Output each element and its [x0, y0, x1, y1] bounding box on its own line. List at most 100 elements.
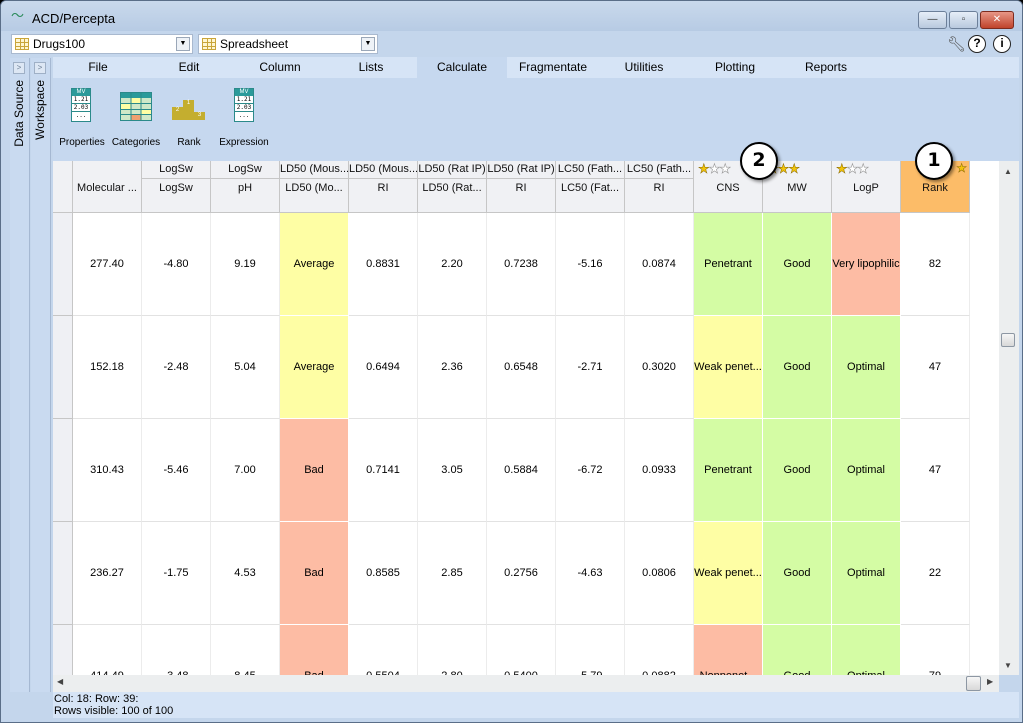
wrench-icon[interactable]: 🔧︎ [947, 35, 966, 53]
column-group-header[interactable]: LD50 (Mous... [349, 161, 418, 179]
scroll-left-icon[interactable]: ◀ [57, 677, 63, 686]
table-cell[interactable]: 4.53 [211, 522, 280, 625]
table-cell[interactable]: 2.85 [418, 522, 487, 625]
menu-calculate[interactable]: Calculate [417, 57, 507, 78]
vertical-scrollbar[interactable]: ▲ ▼ [999, 161, 1019, 675]
expand-icon[interactable]: > [13, 62, 25, 74]
column-header[interactable]: RI [349, 179, 418, 213]
table-cell[interactable]: Average [280, 213, 349, 316]
table-cell[interactable]: Good [763, 316, 832, 419]
column-group-header[interactable]: LD50 (Mous... [280, 161, 349, 179]
column-group-header[interactable]: LC50 (Fath... [625, 161, 694, 179]
horizontal-scroll-thumb[interactable] [966, 676, 981, 691]
scroll-right-icon[interactable]: ▶ [987, 677, 993, 686]
importance-stars-icon[interactable]: ★★★ [836, 161, 869, 176]
row-header[interactable] [53, 316, 73, 419]
table-cell[interactable]: 0.5884 [487, 419, 556, 522]
table-cell[interactable]: -4.63 [556, 522, 625, 625]
table-cell[interactable]: Penetrant [694, 213, 763, 316]
table-cell[interactable]: -5.16 [556, 213, 625, 316]
minimize-button[interactable]: — [918, 11, 947, 29]
table-cell[interactable]: -2.48 [142, 316, 211, 419]
row-header[interactable] [53, 625, 73, 675]
table-cell[interactable]: 0.8831 [349, 213, 418, 316]
table-cell[interactable]: -5.79 [556, 625, 625, 675]
rank-button[interactable]: 2 1 3 Rank [169, 86, 209, 150]
table-cell[interactable]: 47 [901, 419, 970, 522]
table-cell[interactable]: Nonpenet... [694, 625, 763, 675]
row-header[interactable] [53, 213, 73, 316]
table-cell[interactable]: 0.0933 [625, 419, 694, 522]
menu-file[interactable]: File [53, 57, 143, 78]
row-header[interactable] [53, 419, 73, 522]
column-group-header[interactable]: LC50 (Fath... [556, 161, 625, 179]
table-cell[interactable]: 0.6494 [349, 316, 418, 419]
chevron-down-icon[interactable]: ▼ [361, 37, 375, 51]
table-cell[interactable]: Penetrant [694, 419, 763, 522]
menu-utilities[interactable]: Utilities [599, 57, 689, 78]
table-cell[interactable]: 5.04 [211, 316, 280, 419]
column-group-header[interactable]: LogSw [211, 161, 280, 179]
table-cell[interactable]: Bad [280, 625, 349, 675]
table-cell[interactable]: -3.48 [142, 625, 211, 675]
column-header[interactable]: RI [625, 179, 694, 213]
vertical-scroll-thumb[interactable] [1001, 333, 1015, 347]
table-cell[interactable]: 0.3020 [625, 316, 694, 419]
menu-plotting[interactable]: Plotting [689, 57, 781, 78]
table-cell[interactable]: Optimal [832, 419, 901, 522]
table-cell[interactable]: 0.0882 [625, 625, 694, 675]
table-cell[interactable]: 79 [901, 625, 970, 675]
table-cell[interactable]: Good [763, 419, 832, 522]
workspace-panel-tab[interactable]: > Workspace [31, 58, 51, 692]
table-cell[interactable]: Weak penet... [694, 316, 763, 419]
table-cell[interactable]: -6.72 [556, 419, 625, 522]
table-cell[interactable]: Good [763, 213, 832, 316]
table-cell[interactable]: 47 [901, 316, 970, 419]
maximize-button[interactable]: ▫ [949, 11, 978, 29]
data-source-panel-tab[interactable]: > Data Source [10, 58, 30, 692]
categories-button[interactable]: Categories [111, 86, 161, 150]
table-cell[interactable]: 277.40 [73, 213, 142, 316]
table-cell[interactable]: 22 [901, 522, 970, 625]
table-cell[interactable]: 0.7238 [487, 213, 556, 316]
star-eye-icon[interactable]: ★ [956, 161, 967, 175]
table-cell[interactable]: 414.49 [73, 625, 142, 675]
table-cell[interactable]: -5.46 [142, 419, 211, 522]
column-group-header[interactable]: LD50 (Rat IP) [487, 161, 556, 179]
column-group-header[interactable]: LD50 (Rat IP) [418, 161, 487, 179]
column-header[interactable]: LD50 (Mo... [280, 179, 349, 213]
table-cell[interactable]: 0.5400 [487, 625, 556, 675]
column-header[interactable]: LD50 (Rat... [418, 179, 487, 213]
menu-fragmentate[interactable]: Fragmentate [507, 57, 599, 78]
column-header[interactable]: RI [487, 179, 556, 213]
table-cell[interactable]: 0.0806 [625, 522, 694, 625]
table-cell[interactable]: 8.45 [211, 625, 280, 675]
properties-button[interactable]: MV 1.21 2.03 ... Properties [59, 86, 105, 150]
menu-edit[interactable]: Edit [143, 57, 235, 78]
scroll-down-icon[interactable]: ▼ [1004, 661, 1012, 670]
table-cell[interactable]: -2.71 [556, 316, 625, 419]
table-cell[interactable]: -4.80 [142, 213, 211, 316]
menu-lists[interactable]: Lists [325, 57, 417, 78]
column-header[interactable]: LC50 (Fat... [556, 179, 625, 213]
horizontal-scrollbar[interactable]: ◀ ▶ [53, 675, 999, 692]
expression-button[interactable]: MV 1.21 2.03 ... Expression [219, 86, 269, 150]
table-cell[interactable]: 236.27 [73, 522, 142, 625]
table-cell[interactable]: Good [763, 625, 832, 675]
scroll-up-icon[interactable]: ▲ [1004, 167, 1012, 176]
dataset-combo[interactable]: Drugs100 ▼ [11, 34, 193, 54]
help-icon[interactable]: ? [968, 35, 986, 53]
table-cell[interactable]: 2.20 [418, 213, 487, 316]
menu-column[interactable]: Column [235, 57, 325, 78]
table-cell[interactable]: Average [280, 316, 349, 419]
table-cell[interactable]: 82 [901, 213, 970, 316]
table-cell[interactable]: Bad [280, 522, 349, 625]
table-cell[interactable]: Optimal [832, 625, 901, 675]
table-cell[interactable]: 3.05 [418, 419, 487, 522]
table-cell[interactable]: 2.80 [418, 625, 487, 675]
column-group-header[interactable]: LogSw [142, 161, 211, 179]
table-cell[interactable]: Weak penet... [694, 522, 763, 625]
table-cell[interactable]: Optimal [832, 522, 901, 625]
importance-stars-icon[interactable]: ★★★ [698, 161, 731, 176]
view-combo[interactable]: Spreadsheet ▼ [198, 34, 378, 54]
